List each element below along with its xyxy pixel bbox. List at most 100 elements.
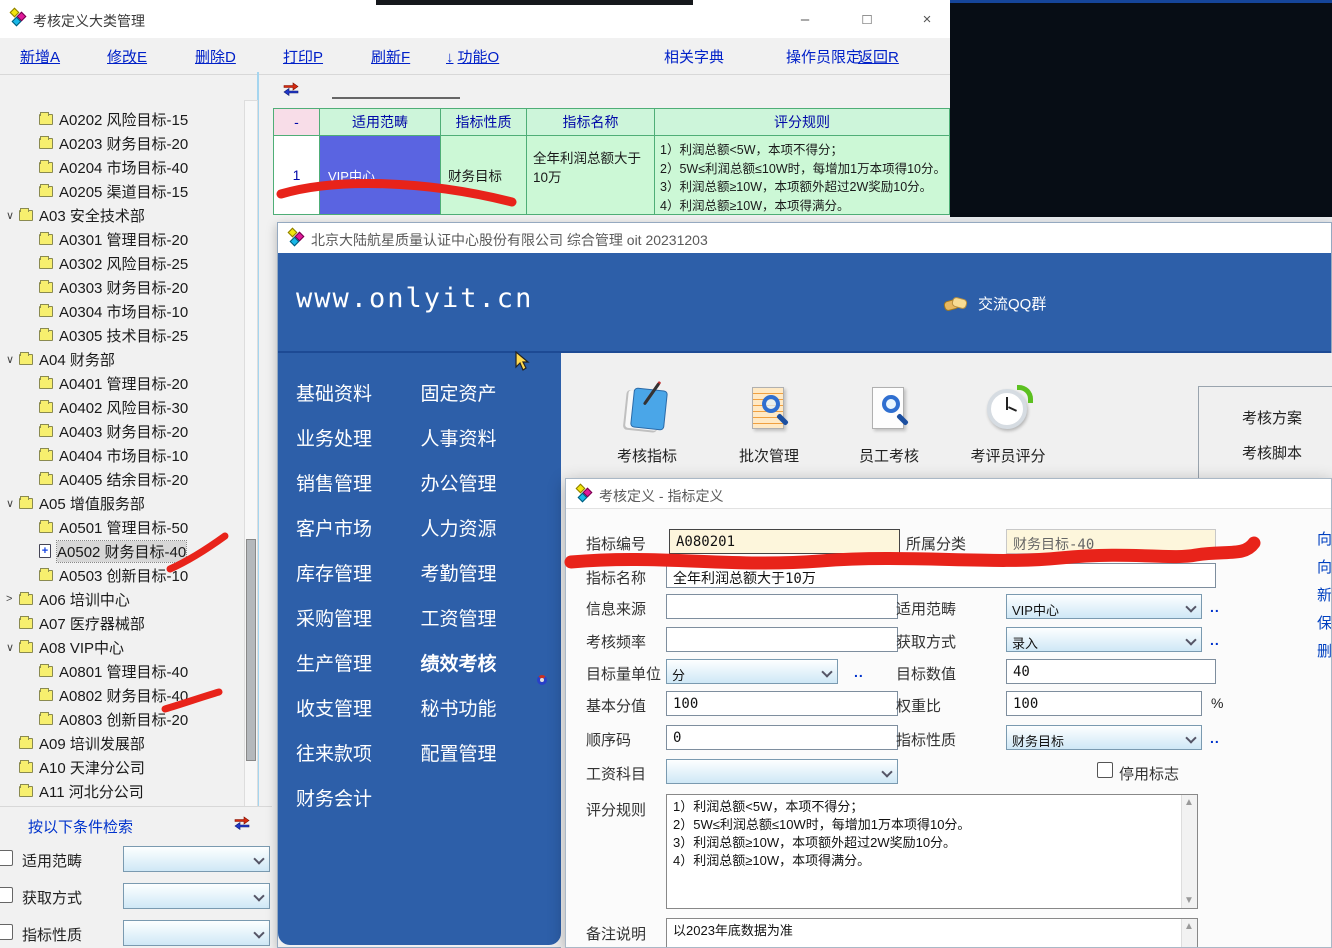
scope-more-button[interactable]: .. <box>1210 599 1220 615</box>
link-assessment-script[interactable]: 考核脚本 <box>1242 442 1332 463</box>
menu-item[interactable]: 秘书功能 <box>421 694 546 739</box>
expand-arrow-icon[interactable]: > <box>6 593 19 605</box>
menu-item[interactable]: 生产管理 <box>296 649 421 694</box>
grid-cell-name[interactable]: 全年利润总额大于10万 <box>527 136 655 214</box>
link-assessment-plan[interactable]: 考核方案 <box>1242 407 1332 428</box>
tree-item[interactable]: A09 培训发展部 <box>0 731 246 755</box>
method-checkbox[interactable] <box>0 887 13 903</box>
toolbar-button[interactable]: 打印P <box>283 46 323 67</box>
expand-arrow-icon[interactable]: ∨ <box>6 497 19 510</box>
tree-item[interactable]: A0205 渠道目标-15 <box>0 179 246 203</box>
tree-item[interactable]: > A06 培训中心 <box>0 587 246 611</box>
expand-arrow-icon[interactable]: ∨ <box>6 641 19 654</box>
freq-input[interactable] <box>666 627 898 652</box>
scope-filter-dropdown[interactable] <box>123 846 270 872</box>
close-icon[interactable]: × <box>912 8 942 32</box>
menu-item[interactable]: 人事资料 <box>421 424 546 469</box>
module-assessment-indicators[interactable]: 考核指标 <box>592 383 702 466</box>
tree-item[interactable]: A0802 财务目标-40 <box>0 683 246 707</box>
menu-item[interactable]: 销售管理 <box>296 469 421 514</box>
menu-item[interactable]: 基础资料 <box>296 379 421 424</box>
method-dropdown[interactable]: 录入 <box>1006 627 1202 652</box>
minimize-icon[interactable]: – <box>790 8 820 32</box>
module-assessor-scoring[interactable]: 考评员评分 <box>953 383 1063 466</box>
tree-item[interactable]: A0501 管理目标-50 <box>0 515 246 539</box>
method-more-button[interactable]: .. <box>1210 632 1220 648</box>
edge-button[interactable]: 向 <box>1317 556 1332 584</box>
tree-item[interactable]: A0503 创新目标-10 <box>0 563 246 587</box>
tree-item[interactable]: A0402 风险目标-30 <box>0 395 246 419</box>
menu-item[interactable]: 业务处理 <box>296 424 421 469</box>
toolbar-button[interactable]: 返回R <box>858 46 899 67</box>
scope-dropdown[interactable]: VIP中心 <box>1006 594 1202 619</box>
nature-dropdown[interactable]: 财务目标 <box>1006 725 1202 750</box>
source-input[interactable] <box>666 594 898 619</box>
edge-button[interactable]: 向 <box>1317 528 1332 556</box>
menu-item[interactable]: 库存管理 <box>296 559 421 604</box>
maximize-icon[interactable]: □ <box>852 8 882 32</box>
scroll-up-icon[interactable]: ▲ <box>1184 797 1194 808</box>
tree-scrollbar[interactable] <box>244 100 258 812</box>
tree-item[interactable]: A0301 管理目标-20 <box>0 227 246 251</box>
scope-checkbox[interactable] <box>0 850 13 866</box>
unit-dropdown[interactable]: 分 <box>666 659 838 684</box>
tree-item[interactable]: A0202 风险目标-15 <box>0 107 246 131</box>
weight-input[interactable]: 100 <box>1006 691 1202 716</box>
toolbar-button[interactable]: 刷新F <box>371 46 410 67</box>
toolbar-button[interactable]: 删除D <box>195 46 236 67</box>
swap-columns-icon[interactable] <box>234 816 250 835</box>
grid-cell-scope[interactable]: VIP中心 <box>320 136 441 214</box>
tree-item[interactable]: ∨ A08 VIP中心 <box>0 635 246 659</box>
tree-item[interactable]: ∨ A04 财务部 <box>0 347 246 371</box>
toolbar-button[interactable]: 功能O <box>446 46 499 67</box>
edge-button[interactable]: 保 <box>1317 612 1332 640</box>
menu-item[interactable]: 往来款项 <box>296 739 421 784</box>
rules-scrollbar[interactable]: ▲ ▼ <box>1181 795 1197 908</box>
splitter-handle[interactable] <box>332 97 460 99</box>
tree-item[interactable]: ∨ A05 增值服务部 <box>0 491 246 515</box>
menu-item[interactable]: 考勤管理 <box>421 559 546 604</box>
tree-item[interactable]: A0304 市场目标-10 <box>0 299 246 323</box>
menu-item[interactable]: 固定资产 <box>421 379 546 424</box>
toolbar-button[interactable]: 操作员限定 <box>786 46 861 67</box>
scroll-down-icon[interactable]: ▼ <box>1184 895 1194 906</box>
scroll-up-icon[interactable]: ▲ <box>1184 921 1194 932</box>
menu-item[interactable]: 工资管理 <box>421 604 546 649</box>
nature-more-button[interactable]: .. <box>1210 730 1220 746</box>
menu-item[interactable]: 采购管理 <box>296 604 421 649</box>
tree-item[interactable]: A0502 财务目标-40 <box>0 539 246 563</box>
notes-scrollbar[interactable]: ▲ <box>1181 919 1197 948</box>
order-input[interactable]: 0 <box>666 725 898 750</box>
menu-item[interactable]: 客户市场 <box>296 514 421 559</box>
disabled-checkbox[interactable] <box>1097 762 1113 778</box>
code-input[interactable]: A080201 <box>669 529 900 554</box>
base-input[interactable]: 100 <box>666 691 898 716</box>
tree-item[interactable]: A11 河北分公司 <box>0 779 246 803</box>
name-input[interactable]: 全年利润总额大于10万 <box>666 563 1216 588</box>
rules-textarea[interactable]: 1）利润总额<5W，本项不得分； 2）5W≤利润总额≤10W时，每增加1万本项得… <box>666 794 1198 909</box>
menu-item[interactable]: 办公管理 <box>421 469 546 514</box>
grid-cell-rules[interactable]: 1）利润总额<5W，本项不得分；2）5W≤利润总额≤10W时，每增加1万本项得1… <box>655 136 949 214</box>
notes-textarea[interactable]: 以2023年底数据为准 <box>666 918 1198 948</box>
swap-columns-icon[interactable] <box>283 82 299 101</box>
tree-item[interactable]: A0404 市场目标-10 <box>0 443 246 467</box>
tree-item[interactable]: A0303 财务目标-20 <box>0 275 246 299</box>
edge-button[interactable]: 删 <box>1317 640 1332 668</box>
salary-dropdown[interactable] <box>666 759 898 784</box>
tree-item[interactable]: A0204 市场目标-40 <box>0 155 246 179</box>
menu-item[interactable]: 人力资源 <box>421 514 546 559</box>
tree-item[interactable]: A0801 管理目标-40 <box>0 659 246 683</box>
module-employee-assessment[interactable]: 员工考核 <box>834 383 944 466</box>
tree-item[interactable]: A07 医疗器械部 <box>0 611 246 635</box>
tree-item[interactable]: A0305 技术目标-25 <box>0 323 246 347</box>
nature-filter-dropdown[interactable] <box>123 920 270 946</box>
expand-arrow-icon[interactable]: ∨ <box>6 353 19 366</box>
qq-group-link[interactable]: 交流QQ群 <box>944 293 1046 314</box>
tree-item[interactable]: A0403 财务目标-20 <box>0 419 246 443</box>
grid-row[interactable]: 1 VIP中心 财务目标 全年利润总额大于10万 1）利润总额<5W，本项不得分… <box>274 136 949 214</box>
tree-item[interactable]: A0401 管理目标-20 <box>0 371 246 395</box>
grid-cell-rownum[interactable]: 1 <box>274 136 320 214</box>
edge-button[interactable]: 新 <box>1317 584 1332 612</box>
tree-item[interactable]: A0803 创新目标-20 <box>0 707 246 731</box>
tree-item[interactable]: A0405 结余目标-20 <box>0 467 246 491</box>
